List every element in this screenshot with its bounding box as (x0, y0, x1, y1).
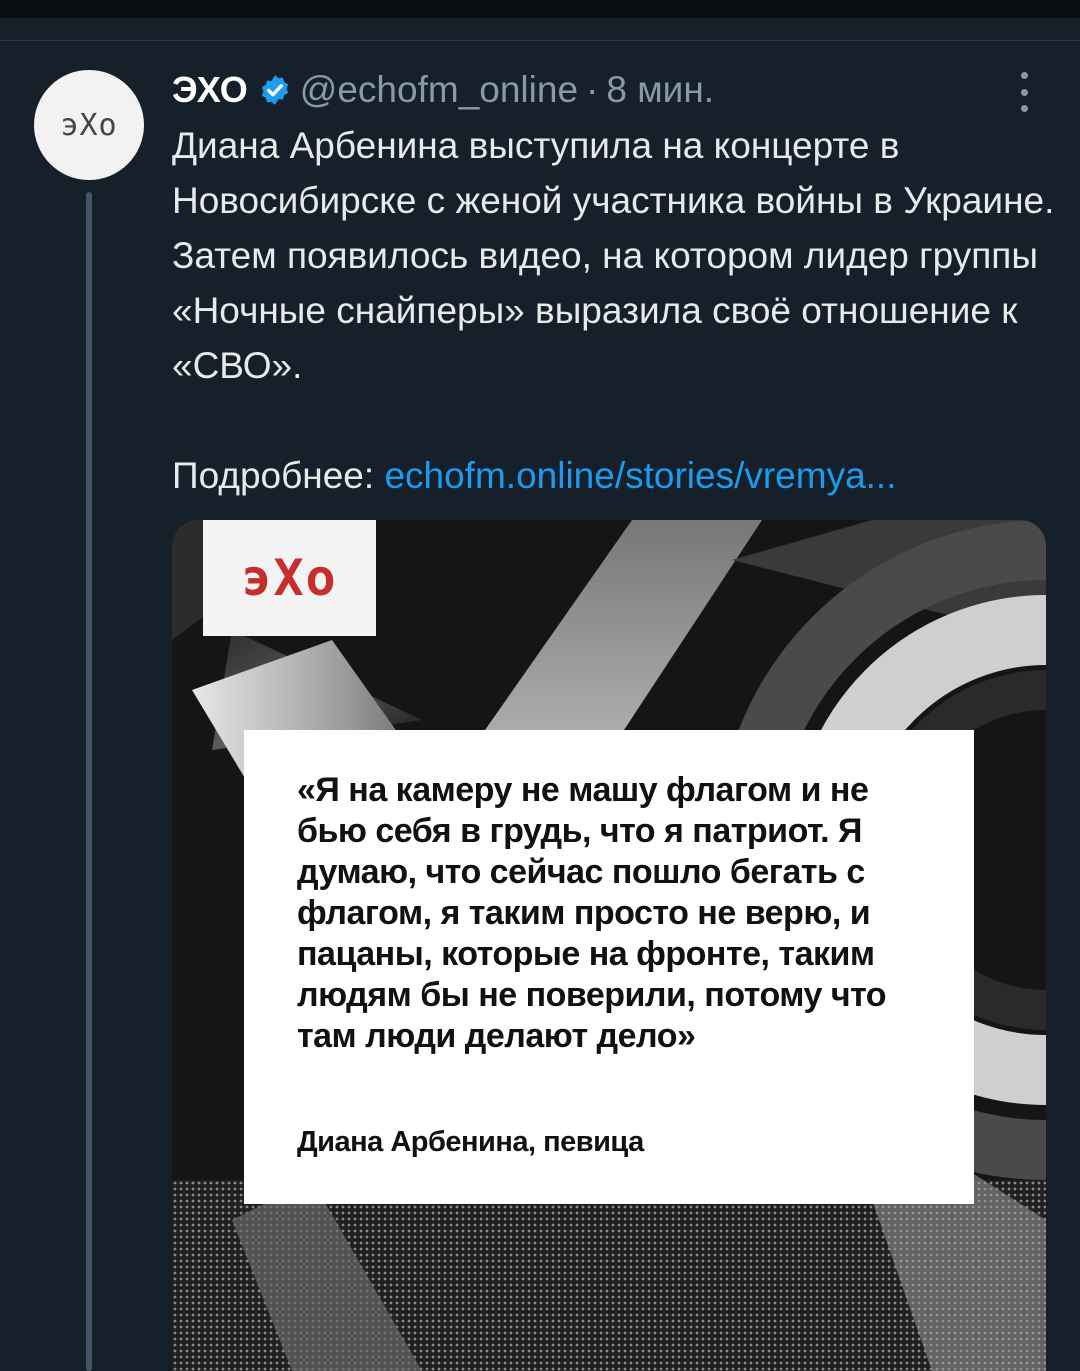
avatar[interactable]: эХо (34, 70, 144, 180)
meta-separator: · (586, 69, 599, 110)
quote-text: «Я на камеру не машу флагом и не бью себ… (297, 771, 887, 1055)
tweet-header: ЭХО @echofm_online · 8 мин. (172, 62, 714, 118)
timeline-divider (0, 40, 1080, 41)
thread-line (86, 192, 92, 1371)
avatar-logo: эХо (60, 107, 118, 143)
verified-badge-icon (261, 75, 288, 105)
read-more-label: Подробнее: (172, 455, 375, 496)
read-more-line: Подробнее: echofm.online/stories/vremya.… (172, 448, 1062, 503)
quote-box: «Я на камеру не машу флагом и не бью себ… (244, 730, 974, 1204)
quote-attribution: Диана Арбенина, певица (297, 1126, 644, 1158)
status-strip (0, 0, 1080, 18)
tweet-timestamp[interactable]: 8 мин. (606, 69, 714, 111)
more-vertical-icon[interactable] (1012, 72, 1036, 112)
card-logo: эХо (203, 520, 376, 636)
media-card[interactable]: эХо «Я на камеру не машу флагом и не бью… (172, 520, 1046, 1371)
tweet-text: Диана Арбенина выступила на концерте в Н… (172, 125, 1055, 386)
display-name[interactable]: ЭХО (172, 69, 248, 111)
card-logo-text: эХо (241, 549, 338, 607)
article-link[interactable]: echofm.online/stories/vremya... (384, 455, 896, 496)
author-handle[interactable]: @echofm_online (300, 69, 578, 111)
